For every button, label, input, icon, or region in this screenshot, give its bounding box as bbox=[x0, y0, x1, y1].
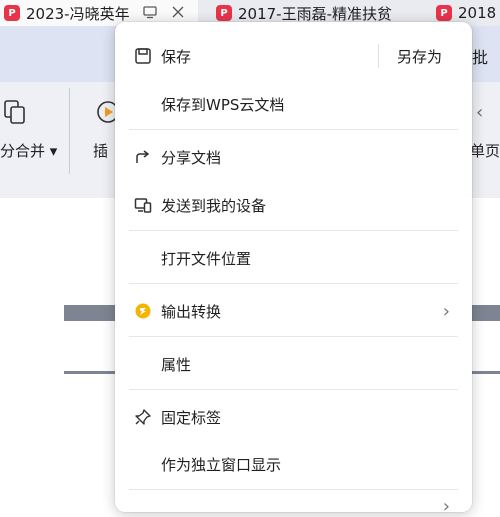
menu-separator bbox=[129, 283, 458, 284]
tab-title: 2023-冯晓英年 bbox=[26, 4, 130, 23]
menu-separator bbox=[129, 230, 458, 231]
insert-label: 插 bbox=[93, 142, 109, 160]
tab-title: 2017-王雨磊-精准扶贫 bbox=[238, 4, 392, 23]
pin-icon bbox=[133, 407, 153, 427]
menu-item-label: 保存到WPS云文档 bbox=[161, 95, 285, 114]
insert-button[interactable]: 插 bbox=[93, 140, 108, 161]
menu-item-label: 保存 bbox=[161, 47, 192, 66]
tab-title: 2018 bbox=[458, 4, 497, 22]
convert-icon bbox=[133, 301, 153, 321]
menu-item-send-device[interactable]: 发送到我的设备 bbox=[115, 185, 472, 225]
merge-icon[interactable] bbox=[2, 98, 28, 126]
document-content-line bbox=[472, 371, 500, 374]
share-icon bbox=[133, 147, 153, 167]
chevron-left-icon[interactable]: ‹ bbox=[476, 102, 483, 123]
chevron-right-icon: › bbox=[442, 496, 450, 517]
pdf-icon: P bbox=[4, 5, 20, 21]
batch-button[interactable]: 批 bbox=[472, 34, 500, 78]
menu-item-label: 输出转换 bbox=[161, 302, 222, 321]
menu-item-share[interactable]: 分享文档 bbox=[115, 137, 472, 177]
menu-item-label: 固定标签 bbox=[161, 408, 222, 427]
chevron-right-icon: › bbox=[442, 300, 450, 322]
menu-item-label: 分享文档 bbox=[161, 148, 222, 167]
menu-item-open-location[interactable]: 打开文件位置 bbox=[115, 238, 472, 278]
menu-item-label: 打开文件位置 bbox=[161, 249, 252, 268]
tab-context-menu: 保存 另存为 保存到WPS云文档 分享文档 发送到我的设备 打开文件位置 输出转… bbox=[115, 22, 472, 517]
batch-label: 批 bbox=[472, 48, 489, 67]
menu-item-properties[interactable]: 属性 bbox=[115, 344, 472, 384]
menu-item-export-convert[interactable]: 输出转换 › bbox=[115, 291, 472, 331]
merge-button[interactable]: 分合并 ▾ bbox=[0, 140, 57, 161]
monitor-icon[interactable] bbox=[142, 4, 158, 20]
menu-item-label: 作为独立窗口显示 bbox=[161, 455, 282, 474]
pdf-icon: P bbox=[216, 5, 232, 21]
toolbar-divider bbox=[69, 88, 70, 174]
document-content-line bbox=[64, 371, 116, 374]
menu-item-label: 属性 bbox=[161, 355, 192, 374]
menu-item-pin-tab[interactable]: 固定标签 bbox=[115, 397, 472, 437]
menu-separator bbox=[129, 336, 458, 337]
single-page-label: 单页 bbox=[470, 142, 500, 160]
document-content-bar bbox=[472, 305, 500, 321]
device-icon bbox=[133, 195, 153, 215]
menu-separator bbox=[129, 129, 458, 130]
menu-separator bbox=[129, 389, 458, 390]
pdf-icon: P bbox=[436, 5, 452, 21]
menu-item-label: 另存为 bbox=[397, 47, 443, 66]
menu-item-save-cloud[interactable]: 保存到WPS云文档 bbox=[115, 84, 472, 124]
menu-item-standalone-window[interactable]: 作为独立窗口显示 bbox=[115, 444, 472, 484]
merge-label: 分合并 bbox=[0, 142, 46, 160]
chevron-down-icon: ▾ bbox=[45, 142, 58, 160]
menu-item-label: 发送到我的设备 bbox=[161, 196, 267, 215]
close-tab-icon[interactable] bbox=[170, 4, 186, 20]
document-content-bar bbox=[64, 305, 116, 321]
save-icon bbox=[133, 46, 153, 66]
menu-item-save-as[interactable]: 另存为 bbox=[397, 36, 442, 76]
menu-divider bbox=[378, 44, 379, 68]
menu-separator bbox=[129, 489, 458, 490]
single-page-button[interactable]: 单页 bbox=[470, 140, 500, 161]
